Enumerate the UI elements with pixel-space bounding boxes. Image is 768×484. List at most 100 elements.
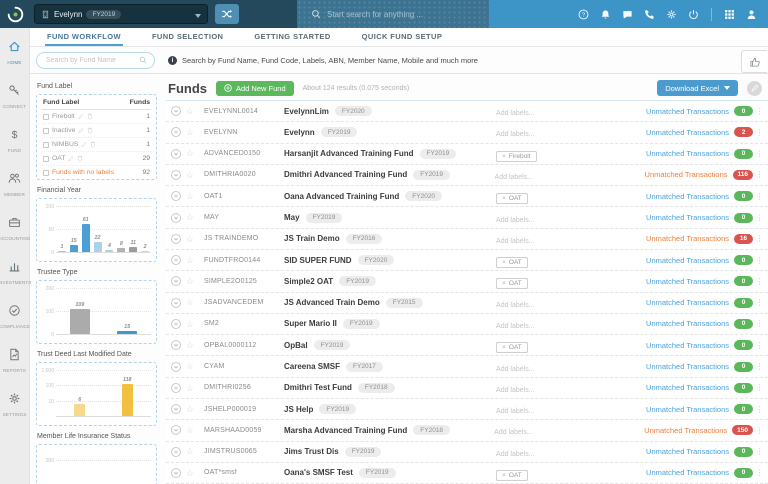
sidebar-item-accounting[interactable]: ACCOUNTING — [0, 211, 29, 246]
sidebar-item-fund[interactable]: $FUND — [0, 123, 29, 158]
fund-search-box[interactable] — [36, 52, 155, 69]
expand-row-icon[interactable] — [171, 127, 181, 137]
favorite-star-icon[interactable]: ☆ — [186, 384, 199, 393]
fund-name[interactable]: Harsanjit Advanced Training FundFY2019 — [284, 149, 496, 159]
sidebar-item-member[interactable]: MEMBER — [0, 167, 29, 202]
account-icon[interactable] — [746, 9, 757, 20]
fund-label-pill[interactable]: ×OAT — [496, 193, 528, 204]
delete-label-icon[interactable] — [87, 113, 93, 120]
favorite-star-icon[interactable]: ☆ — [186, 341, 199, 350]
fund-row[interactable]: ☆OAT1Oana Advanced Training FundFY2020×O… — [166, 186, 768, 207]
fund-label-filter-row[interactable]: NIMBUS1 — [42, 138, 151, 152]
fund-row[interactable]: ☆ADVANCED0150Harsanjit Advanced Training… — [166, 144, 768, 165]
add-labels-field[interactable]: Add labels... — [496, 238, 535, 245]
global-search-input[interactable]: Start search for anything ... — [297, 0, 489, 28]
remove-label-icon[interactable]: × — [502, 153, 506, 160]
fund-name[interactable]: Jims Trust DisFY2019 — [284, 447, 496, 457]
unmatched-transactions-link[interactable]: Unmatched Transactions — [646, 298, 729, 307]
row-menu-icon[interactable]: ⋮ — [753, 170, 766, 179]
expand-row-icon[interactable] — [171, 319, 181, 329]
add-labels-field[interactable]: Add labels... — [496, 323, 535, 330]
expand-row-icon[interactable] — [171, 191, 181, 201]
add-labels-field[interactable]: Add labels... — [495, 174, 534, 181]
fund-label-filter-row[interactable]: Inactive1 — [42, 124, 151, 138]
remove-label-icon[interactable]: × — [502, 195, 506, 202]
fund-name[interactable]: Dmithri Test FundFY2018 — [284, 383, 496, 393]
favorite-star-icon[interactable]: ☆ — [186, 405, 199, 414]
row-menu-icon[interactable]: ⋮ — [753, 149, 766, 158]
fund-label-pill[interactable]: ×OAT — [496, 342, 528, 353]
checkbox[interactable] — [43, 170, 49, 176]
expand-row-icon[interactable] — [171, 298, 181, 308]
fund-label-pill[interactable]: ×OAT — [496, 257, 528, 268]
fund-row[interactable]: ☆CYAMCareena SMSFFY2017Add labels...Unma… — [166, 356, 768, 377]
fund-row[interactable]: ☆SM2Super Mario IIFY2019Add labels...Unm… — [166, 314, 768, 335]
feedback-button[interactable] — [741, 50, 767, 73]
favorite-star-icon[interactable]: ☆ — [186, 149, 199, 158]
unmatched-transactions-link[interactable]: Unmatched Transactions — [646, 277, 729, 286]
checkbox[interactable] — [43, 142, 49, 148]
add-labels-field[interactable]: Add labels... — [496, 387, 535, 394]
add-labels-field[interactable]: Add labels... — [496, 451, 535, 458]
expand-row-icon[interactable] — [171, 404, 181, 414]
fund-row[interactable]: ☆JS TRAINDEMOJS Train DemoFY2016Add labe… — [166, 229, 768, 250]
app-logo-icon[interactable] — [0, 0, 30, 28]
row-menu-icon[interactable]: ⋮ — [753, 277, 766, 286]
tab-getting-started[interactable]: GETTING STARTED — [252, 28, 332, 46]
fund-name[interactable]: Oana's SMSF TestFY2019 — [284, 468, 496, 478]
edit-label-icon[interactable] — [81, 141, 87, 148]
favorite-star-icon[interactable]: ☆ — [186, 277, 199, 286]
expand-row-icon[interactable] — [171, 234, 181, 244]
fund-row[interactable]: ☆DMITHRI0256Dmithri Test FundFY2018Add l… — [166, 378, 768, 399]
remove-label-icon[interactable]: × — [502, 280, 506, 287]
row-menu-icon[interactable]: ⋮ — [753, 426, 766, 435]
fund-row[interactable]: ☆EVELYNNEvelynnFY2019Add labels...Unmatc… — [166, 122, 768, 143]
fund-row[interactable]: ☆MARSHAAD0059Marsha Advanced Training Fu… — [166, 420, 768, 441]
fund-label-filter-row[interactable]: OAT29 — [42, 152, 151, 166]
expand-row-icon[interactable] — [171, 106, 181, 116]
fund-row[interactable]: ☆JIMSTRUS0065Jims Trust DisFY2019Add lab… — [166, 442, 768, 463]
edit-view-button[interactable] — [747, 81, 762, 96]
unmatched-transactions-link[interactable]: Unmatched Transactions — [646, 192, 729, 201]
expand-row-icon[interactable] — [171, 276, 181, 286]
expand-row-icon[interactable] — [171, 340, 181, 350]
download-excel-button[interactable]: Download Excel — [657, 80, 738, 96]
fund-row[interactable]: ☆SIMPLE2O0125Simple2 OATFY2019×OATUnmatc… — [166, 271, 768, 292]
fund-row[interactable]: ☆OPBAL0000112OpBalFY2019×OATUnmatched Tr… — [166, 335, 768, 356]
favorite-star-icon[interactable]: ☆ — [186, 298, 199, 307]
delete-label-icon[interactable] — [87, 127, 93, 134]
expand-row-icon[interactable] — [171, 149, 181, 159]
unmatched-transactions-link[interactable]: Unmatched Transactions — [646, 319, 729, 328]
remove-label-icon[interactable]: × — [502, 472, 506, 479]
fund-selector-dropdown[interactable]: Evelynn FY2019 — [34, 4, 208, 24]
sidebar-item-settings[interactable]: SETTINGS — [0, 387, 29, 422]
expand-row-icon[interactable] — [171, 425, 181, 435]
phone-icon[interactable] — [644, 9, 655, 20]
favorite-star-icon[interactable]: ☆ — [186, 362, 199, 371]
row-menu-icon[interactable]: ⋮ — [753, 447, 766, 456]
fund-name[interactable]: MayFY2019 — [284, 213, 496, 223]
fund-label-pill[interactable]: ×OAT — [496, 278, 528, 289]
fund-name[interactable]: SID SUPER FUNDFY2020 — [284, 255, 496, 265]
fund-name[interactable]: JS HelpFY2019 — [284, 404, 496, 414]
add-labels-field[interactable]: Add labels... — [496, 366, 535, 373]
row-menu-icon[interactable]: ⋮ — [753, 213, 766, 222]
unmatched-transactions-link[interactable]: Unmatched Transactions — [646, 362, 729, 371]
tab-fund-workflow[interactable]: FUND WORKFLOW — [45, 28, 123, 46]
sidebar-item-investments[interactable]: INVESTMENTS — [0, 255, 29, 290]
remove-label-icon[interactable]: × — [502, 344, 506, 351]
sidebar-item-compliance[interactable]: COMPLIANCE — [0, 299, 29, 334]
power-icon[interactable] — [688, 9, 699, 20]
unmatched-transactions-link[interactable]: Unmatched Transactions — [646, 256, 729, 265]
row-menu-icon[interactable]: ⋮ — [753, 128, 766, 137]
row-menu-icon[interactable]: ⋮ — [753, 468, 766, 477]
favorite-star-icon[interactable]: ☆ — [186, 235, 199, 244]
fund-row[interactable]: ☆EVELYNNL0014EvelynnLimFY2020Add labels.… — [166, 101, 768, 122]
row-menu-icon[interactable]: ⋮ — [753, 256, 766, 265]
unmatched-transactions-link[interactable]: Unmatched Transactions — [646, 447, 729, 456]
row-menu-icon[interactable]: ⋮ — [753, 341, 766, 350]
row-menu-icon[interactable]: ⋮ — [753, 383, 766, 392]
quick-switch-button[interactable] — [215, 4, 239, 24]
edit-label-icon[interactable] — [78, 127, 84, 134]
fund-label-pill[interactable]: ×Firebolt — [496, 151, 536, 162]
